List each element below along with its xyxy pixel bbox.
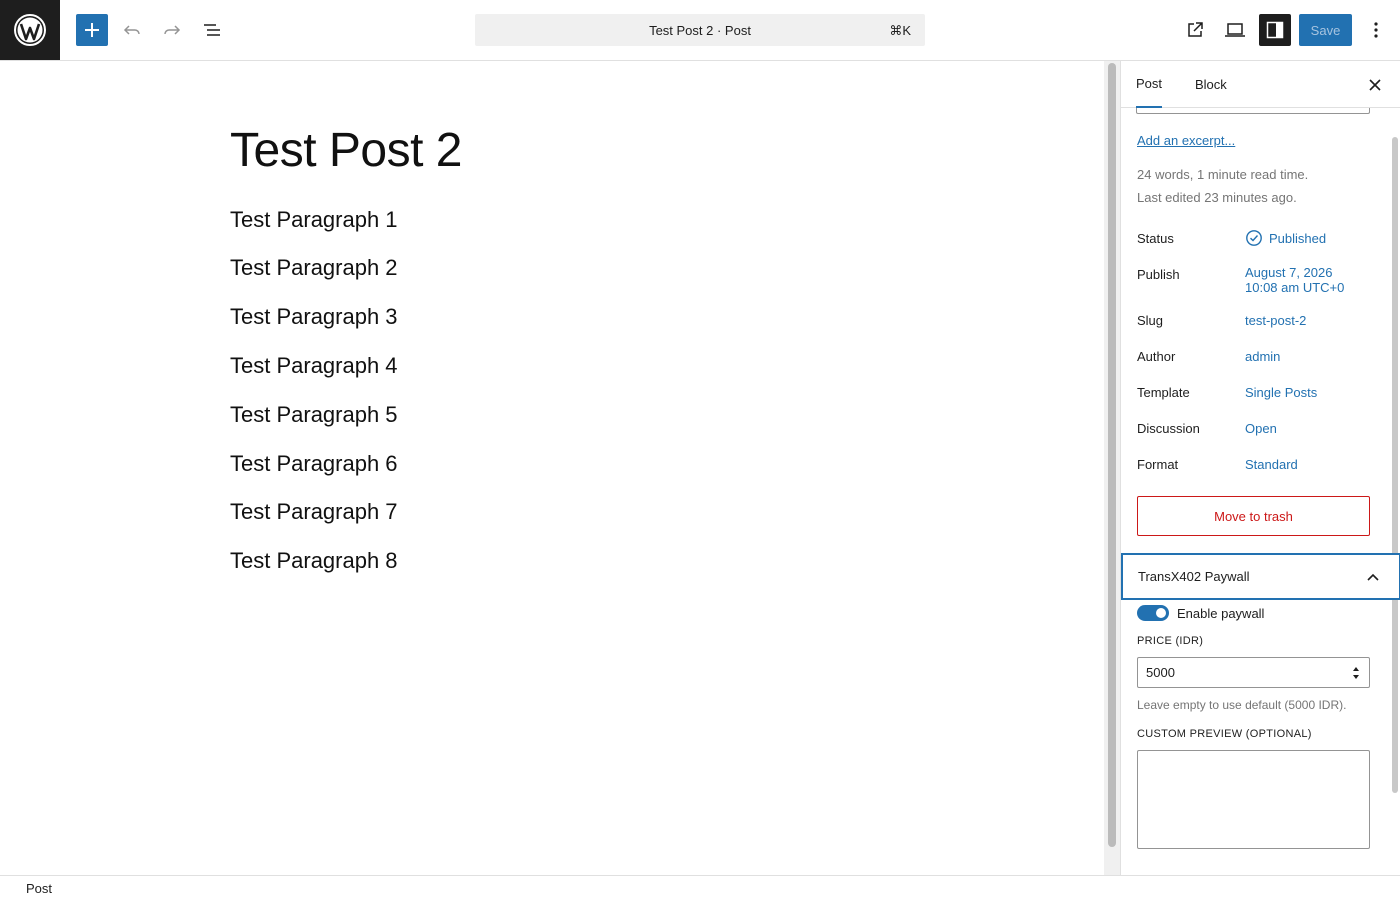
add-block-button[interactable] xyxy=(76,14,108,46)
price-value: 5000 xyxy=(1146,665,1175,680)
redo-button[interactable] xyxy=(156,14,188,46)
sidebar-settings-icon xyxy=(1266,21,1284,39)
custom-preview-textarea[interactable] xyxy=(1137,750,1370,849)
author-label: Author xyxy=(1137,349,1176,364)
price-help-text: Leave empty to use default (5000 IDR). xyxy=(1137,698,1347,712)
sidebar-tabs: Post Block xyxy=(1121,61,1400,108)
settings-toggle-button[interactable] xyxy=(1259,14,1291,46)
custom-preview-label: CUSTOM PREVIEW (OPTIONAL) xyxy=(1137,728,1312,740)
status-label: Status xyxy=(1137,231,1174,246)
move-to-trash-button[interactable]: Move to trash xyxy=(1137,496,1370,536)
template-value[interactable]: Single Posts xyxy=(1245,385,1317,400)
spinner-arrows-icon[interactable] xyxy=(1351,665,1361,681)
breadcrumb[interactable]: Post xyxy=(26,881,52,896)
published-check-icon xyxy=(1246,230,1262,246)
publish-date-button[interactable]: August 7, 2026 10:08 am UTC+0 xyxy=(1245,265,1344,295)
format-label: Format xyxy=(1137,457,1179,472)
template-label: Template xyxy=(1137,385,1190,400)
close-sidebar-button[interactable] xyxy=(1363,73,1387,97)
price-label: PRICE (IDR) xyxy=(1137,635,1204,647)
status-value-button[interactable]: Published xyxy=(1245,229,1326,247)
paragraph-block[interactable]: Test Paragraph 3 xyxy=(230,304,398,330)
document-title: Test Post 2 · Post xyxy=(649,22,751,38)
canvas-scrollbar-thumb[interactable] xyxy=(1108,63,1116,847)
wordpress-icon xyxy=(14,14,46,46)
more-vertical-icon xyxy=(1374,22,1378,38)
editor-canvas[interactable]: Test Post 2 Test Paragraph 1 Test Paragr… xyxy=(0,61,1104,875)
word-count: 24 words, 1 minute read time. xyxy=(1137,167,1309,182)
tab-post[interactable]: Post xyxy=(1136,61,1163,108)
enable-paywall-toggle[interactable] xyxy=(1137,605,1169,621)
editor-footer: Post xyxy=(0,875,1400,900)
publish-date: August 7, 2026 xyxy=(1245,265,1333,280)
editor-header: Test Post 2 · Post ⌘K Save xyxy=(0,0,1400,61)
paragraph-block[interactable]: Test Paragraph 7 xyxy=(230,499,398,525)
save-button[interactable]: Save xyxy=(1299,14,1352,46)
price-input[interactable]: 5000 xyxy=(1137,657,1370,688)
paragraph-block[interactable]: Test Paragraph 4 xyxy=(230,353,398,379)
device-preview-icon xyxy=(1225,23,1245,37)
format-value[interactable]: Standard xyxy=(1245,457,1298,472)
plus-icon xyxy=(85,23,99,37)
preview-button[interactable] xyxy=(1219,14,1251,46)
chevron-up-icon xyxy=(1363,567,1383,587)
list-view-button[interactable] xyxy=(196,14,228,46)
post-title[interactable]: Test Post 2 xyxy=(230,123,462,178)
tab-block[interactable]: Block xyxy=(1195,61,1227,108)
paragraph-block[interactable]: Test Paragraph 8 xyxy=(230,548,398,574)
command-palette-button[interactable]: Test Post 2 · Post ⌘K xyxy=(475,14,925,46)
external-link-icon xyxy=(1188,22,1203,37)
keyboard-shortcut: ⌘K xyxy=(889,23,911,38)
publish-time: 10:08 am UTC+0 xyxy=(1245,280,1345,295)
close-icon xyxy=(1369,79,1381,91)
slug-label: Slug xyxy=(1137,313,1164,328)
slug-value[interactable]: test-post-2 xyxy=(1245,313,1306,328)
paragraph-block[interactable]: Test Paragraph 1 xyxy=(230,207,398,233)
enable-paywall-label: Enable paywall xyxy=(1177,606,1265,621)
sidebar-scrollbar[interactable] xyxy=(1392,137,1398,793)
wordpress-logo-button[interactable] xyxy=(0,0,60,60)
status-value: Published xyxy=(1269,230,1327,246)
publish-label: Publish xyxy=(1137,267,1180,282)
undo-icon xyxy=(123,25,140,35)
paywall-panel-toggle[interactable]: TransX402 Paywall xyxy=(1121,553,1400,600)
view-post-button[interactable] xyxy=(1179,14,1211,46)
add-excerpt-link[interactable]: Add an excerpt... xyxy=(1137,133,1235,148)
paragraph-block[interactable]: Test Paragraph 2 xyxy=(230,255,398,281)
toggle-knob xyxy=(1156,608,1166,618)
discussion-label: Discussion xyxy=(1137,421,1200,436)
canvas-scrollbar[interactable] xyxy=(1104,61,1120,875)
discussion-value[interactable]: Open xyxy=(1245,421,1277,436)
paragraph-block[interactable]: Test Paragraph 5 xyxy=(230,402,398,428)
paragraph-block[interactable]: Test Paragraph 6 xyxy=(230,451,398,477)
settings-sidebar: Post Block Add an excerpt... 24 words, 1… xyxy=(1120,61,1400,875)
paywall-panel-title: TransX402 Paywall xyxy=(1138,569,1250,584)
redo-icon xyxy=(164,25,181,35)
last-edited: Last edited 23 minutes ago. xyxy=(1137,190,1297,205)
options-button[interactable] xyxy=(1360,14,1392,46)
undo-button[interactable] xyxy=(116,14,148,46)
list-view-icon xyxy=(204,24,220,36)
author-value[interactable]: admin xyxy=(1245,349,1280,364)
